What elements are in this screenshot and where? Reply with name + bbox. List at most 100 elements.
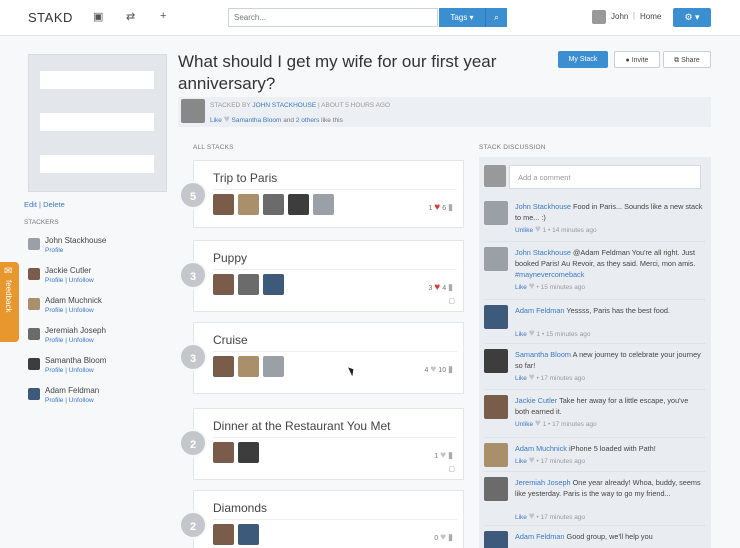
search-button[interactable]: ⌕ [485, 8, 507, 27]
stack-title[interactable]: Trip to Paris [213, 171, 277, 185]
contributor-avatar[interactable] [263, 274, 284, 295]
like-toggle-link[interactable]: Like [515, 514, 527, 521]
avatar[interactable] [28, 358, 40, 370]
search-input[interactable] [228, 8, 438, 27]
comment-author-link[interactable]: John Stackhouse [515, 248, 571, 257]
vote-count-badge[interactable]: 3 [179, 343, 207, 371]
vote-count-badge[interactable]: 5 [179, 181, 207, 209]
contributor-avatar[interactable] [213, 356, 234, 377]
comment-input[interactable]: Add a comment [509, 165, 701, 189]
author-avatar[interactable] [181, 99, 205, 123]
like-toggle-link[interactable]: Like [515, 458, 527, 465]
stacker-item: Adam Muchnick Profile | Unfollow [28, 296, 168, 322]
contributor-avatar[interactable] [238, 524, 259, 545]
contributor-avatar[interactable] [238, 356, 259, 377]
expand-icon[interactable]: ▢ [448, 297, 455, 305]
liker-link[interactable]: Samantha Bloom [232, 117, 282, 124]
avatar[interactable] [484, 477, 508, 501]
comment-bubble-icon[interactable]: ▮ [448, 282, 453, 292]
contributor-avatar[interactable] [313, 194, 334, 215]
heart-icon[interactable]: ♥ [440, 450, 446, 461]
comment-author-link[interactable]: Jackie Cutler [515, 396, 557, 405]
stack-title[interactable]: Cruise [213, 333, 248, 347]
contributor-avatar[interactable] [288, 194, 309, 215]
my-stack-button[interactable]: My Stack [558, 51, 608, 68]
like-toggle-link[interactable]: Like [515, 284, 527, 291]
avatar[interactable] [484, 531, 508, 548]
avatar[interactable] [484, 201, 508, 225]
avatar[interactable] [484, 349, 508, 373]
like-toggle-link[interactable]: Like [515, 375, 527, 382]
home-link[interactable]: Home [640, 12, 661, 21]
stack-card[interactable]: 5 Trip to Paris 1 ♥ 6 ▮ [179, 160, 464, 228]
feedback-tab[interactable]: ✉ feedback [0, 262, 19, 342]
contributor-avatar[interactable] [238, 274, 259, 295]
stack-title[interactable]: Dinner at the Restaurant You Met [213, 419, 390, 433]
stack-card[interactable]: 2 Diamonds 0 ♥ ▮ [179, 490, 464, 548]
share-button[interactable]: ⧉ Share [663, 51, 711, 68]
avatar[interactable] [28, 268, 40, 280]
comment-text: Adam Muchnick iPhone 5 loaded with Path! [515, 444, 656, 453]
avatar[interactable] [28, 238, 40, 250]
comment-author-link[interactable]: Samantha Bloom [515, 350, 571, 359]
comment-bubble-icon[interactable]: ▮ [448, 202, 453, 212]
comment-author-link[interactable]: Adam Muchnick [515, 444, 567, 453]
author-link[interactable]: JOHN STACKHOUSE [252, 102, 316, 109]
contributor-avatar[interactable] [238, 442, 259, 463]
avatar[interactable] [28, 388, 40, 400]
avatar[interactable] [484, 395, 508, 419]
avatar[interactable] [484, 305, 508, 329]
settings-dropdown-button[interactable]: ⚙ ▾ [673, 8, 711, 27]
stack-card[interactable]: 2 Dinner at the Restaurant You Met 1 ♥ ▮ ▢ [179, 408, 464, 480]
stack-card[interactable]: 3 Cruise 4 ♥ 10 ▮ [179, 322, 464, 394]
stack-title[interactable]: Diamonds [213, 501, 267, 515]
vote-count-badge[interactable]: 3 [179, 261, 207, 289]
others-link[interactable]: 2 others [296, 117, 320, 124]
contributor-avatar[interactable] [263, 356, 284, 377]
heart-icon[interactable]: ♥ [434, 282, 440, 293]
invite-button[interactable]: ● Invite [614, 51, 660, 68]
comment-bubble-icon[interactable]: ▮ [448, 450, 453, 460]
contributor-avatar[interactable] [263, 194, 284, 215]
like-toggle-link[interactable]: Unlike [515, 421, 533, 428]
avatar[interactable] [28, 328, 40, 340]
vote-count-badge[interactable]: 2 [179, 429, 207, 457]
bookmark-icon[interactable]: ▣ [93, 10, 103, 23]
expand-icon[interactable]: ▢ [448, 465, 455, 473]
comment-author-link[interactable]: Adam Feldman [515, 306, 564, 315]
like-toggle-link[interactable]: Unlike [515, 227, 533, 234]
tags-dropdown-button[interactable]: Tags ▾ [439, 8, 485, 27]
comment-bubble-icon[interactable]: ▮ [448, 364, 453, 374]
stack-stats: 4 ♥ 10 ▮ [424, 364, 453, 375]
hashtag-link[interactable]: #maynevercomeback [515, 270, 584, 279]
heart-icon[interactable]: ♥ [430, 364, 436, 375]
contributor-avatar[interactable] [213, 194, 234, 215]
avatar[interactable] [484, 443, 508, 467]
contributor-avatar[interactable] [213, 524, 234, 545]
vote-count-badge[interactable]: 2 [179, 511, 207, 539]
app-logo[interactable]: STAKD [28, 10, 73, 25]
contributor-avatar[interactable] [238, 194, 259, 215]
stack-title[interactable]: Puppy [213, 251, 247, 265]
comment-author-link[interactable]: John Stackhouse [515, 202, 571, 211]
plus-icon[interactable]: + [160, 10, 166, 22]
avatar[interactable] [28, 298, 40, 310]
delete-link[interactable]: Delete [43, 200, 65, 209]
user-name-link[interactable]: John [611, 12, 628, 21]
contributor-avatar[interactable] [213, 274, 234, 295]
contributor-avatar[interactable] [213, 442, 234, 463]
comment-author-link[interactable]: Jeremiah Joseph [515, 478, 571, 487]
shuffle-icon[interactable]: ⇄ [126, 10, 135, 23]
comment-meta: Like ♥ • 17 minutes ago [515, 455, 586, 466]
comment-bubble-icon[interactable]: ▮ [448, 532, 453, 542]
like-toggle-link[interactable]: Like [515, 331, 527, 338]
comment-author-link[interactable]: Adam Feldman [515, 532, 564, 541]
heart-icon[interactable]: ♥ [440, 532, 446, 543]
heart-icon[interactable]: ♥ [434, 202, 440, 213]
edit-link[interactable]: Edit [24, 200, 37, 209]
stack-card[interactable]: 3 Puppy 3 ♥ 4 ▮ ▢ [179, 240, 464, 312]
like-link[interactable]: Like [210, 117, 222, 124]
user-avatar[interactable] [592, 10, 606, 24]
current-user-avatar [484, 165, 506, 187]
avatar[interactable] [484, 247, 508, 271]
